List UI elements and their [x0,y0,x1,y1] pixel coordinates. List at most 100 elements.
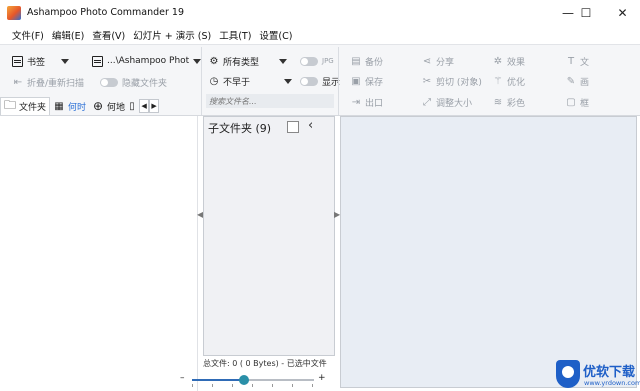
draw-label: 画 [580,77,590,88]
toggle-switch [300,56,318,66]
resize-icon: ⤢ [423,96,431,108]
preview-pane[interactable] [340,116,637,388]
tab-when[interactable]: ▦ 何时 [50,97,89,115]
tab-scroll-left-button[interactable]: ◀ [139,99,150,113]
hide-folder-label: 隐藏文件夹 [122,78,168,89]
frame-button[interactable]: ▢ 框 [565,94,589,110]
cut-object-label: 剪切 (对象) [436,77,482,88]
path-label: ...\Ashampoo Phot [107,56,190,66]
menu-view[interactable]: 查看(V) [92,28,125,42]
clock-icon: ◷ [209,75,219,87]
folder-icon: 🗀 [4,98,17,112]
zoom-fill [192,379,245,381]
subfolder-header: 子文件夹 (9) [208,120,271,136]
menu-settings[interactable]: 设置(C) [259,28,292,42]
effects-label: 效果 [507,57,526,68]
share-icon: ⋖ [422,55,432,67]
tag-icon: ▯ [129,100,135,112]
magic-wand-icon: ⚚ [493,75,503,87]
zoom-in-button[interactable]: + [318,373,326,383]
toggle-switch [300,76,318,86]
backup-button[interactable]: ▤ 备份 [350,53,383,69]
frame-label: 框 [580,98,590,109]
collapse-icon: ⇤ [13,76,23,88]
chevron-down-icon [279,58,288,64]
toggle-switch [100,77,118,87]
text-icon: T [567,55,575,67]
menu-file[interactable]: 文件(F) [12,28,44,42]
effects-icon: ✲ [493,55,503,67]
share-button[interactable]: ⋖ 分享 [421,53,454,69]
zoom-ticks [192,384,314,387]
pen-icon: ✎ [566,75,576,87]
chevron-left-icon[interactable]: ‹ [308,118,313,133]
save-button[interactable]: ▣ 保存 [350,73,383,89]
menu-tools[interactable]: 工具(T) [219,28,251,42]
optimize-label: 优化 [507,77,526,88]
backup-label: 备份 [365,57,384,68]
text-label: 文 [580,57,590,68]
file-search-input[interactable] [206,94,334,108]
zoom-slider[interactable]: – + [180,372,330,388]
tab-where-label: 何地 [107,102,126,113]
collapse-rescan-button[interactable]: ⇤ 折叠/重新扫描 [12,74,84,90]
tab-folder[interactable]: 🗀 文件夹 [0,97,51,115]
cut-object-button[interactable]: ✂ 剪切 (对象) [421,73,482,89]
title-bar: Ashampoo Photo Commander 19 — ☐ ✕ [0,0,640,26]
tab-folder-label: 文件夹 [19,103,47,113]
folder-tree-pane[interactable] [0,116,198,391]
export-button[interactable]: ⇥ 出口 [350,94,383,110]
watermark-text: 优软下载 [583,365,636,380]
toolbar-divider [201,47,202,115]
menu-slideshow[interactable]: 幻灯片 + 演示 (S) [133,28,211,42]
file-type-dropdown[interactable]: ⚙ 所有类型 [208,53,288,69]
bookmarks-dropdown[interactable]: 书签 [12,53,70,69]
zoom-track[interactable] [192,375,314,385]
subfolder-title: 子文件夹 [208,122,252,135]
calendar-icon: ▦ [54,100,64,112]
sliders-icon: ≋ [493,96,503,108]
hide-folder-toggle[interactable]: 隐藏文件夹 [100,74,167,90]
show-toggle[interactable]: 显示 [300,73,340,89]
collapse-rescan-label: 折叠/重新扫描 [27,78,85,89]
chevron-down-icon [193,58,202,64]
frame-icon: ▢ [566,96,576,108]
optimize-button[interactable]: ⚚ 优化 [492,73,526,89]
close-button[interactable]: ✕ [605,0,640,26]
date-filter-dropdown[interactable]: ◷ 不早于 [208,73,293,89]
draw-button[interactable]: ✎ 画 [565,73,589,89]
menu-bar: 文件(F) 编辑(E) 查看(V) 幻灯片 + 演示 (S) 工具(T) 设置(… [0,26,640,44]
tab-where[interactable]: ⊕ 何地 [89,97,128,115]
resize-button[interactable]: ⤢ 调整大小 [421,94,472,110]
jpg-label: JPG [322,57,334,65]
path-icon [92,55,103,67]
chevron-down-icon [61,58,70,64]
chevron-down-icon [284,78,293,84]
select-all-checkbox[interactable] [287,121,299,133]
zoom-out-button[interactable]: – [180,373,185,383]
resize-label: 调整大小 [436,98,473,109]
menu-edit[interactable]: 编辑(E) [52,28,84,42]
jpg-toggle[interactable]: JPG [300,53,334,69]
export-icon: ⇥ [351,96,361,108]
color-label: 彩色 [507,98,526,109]
maximize-button[interactable]: ☐ [567,0,605,26]
status-text: 总文件: 0 ( 0 Bytes) - 已选中文件 [203,359,327,368]
text-button[interactable]: T 文 [565,53,589,69]
save-icon: ▣ [351,75,361,87]
globe-icon: ⊕ [93,99,104,113]
path-dropdown[interactable]: ...\Ashampoo Phot [92,53,202,69]
tab-scroll-right-button[interactable]: ▶ [149,99,160,113]
left-tab-bar: 🗀 文件夹 ▦ 何时 ⊕ 何地 ▯ ◀ ▶ [0,96,198,116]
effects-button[interactable]: ✲ 效果 [492,53,525,69]
share-label: 分享 [436,57,455,68]
gear-icon: ⚙ [209,55,219,67]
shield-icon [556,360,580,388]
subfolder-pane[interactable]: 子文件夹 (9) ‹ [203,116,335,356]
app-icon [7,6,21,20]
tab-more[interactable]: ▯ [128,97,139,115]
bookmark-icon [12,55,23,67]
color-button[interactable]: ≋ 彩色 [492,94,525,110]
scissors-icon: ✂ [422,75,432,87]
all-types-label: 所有类型 [223,57,260,68]
